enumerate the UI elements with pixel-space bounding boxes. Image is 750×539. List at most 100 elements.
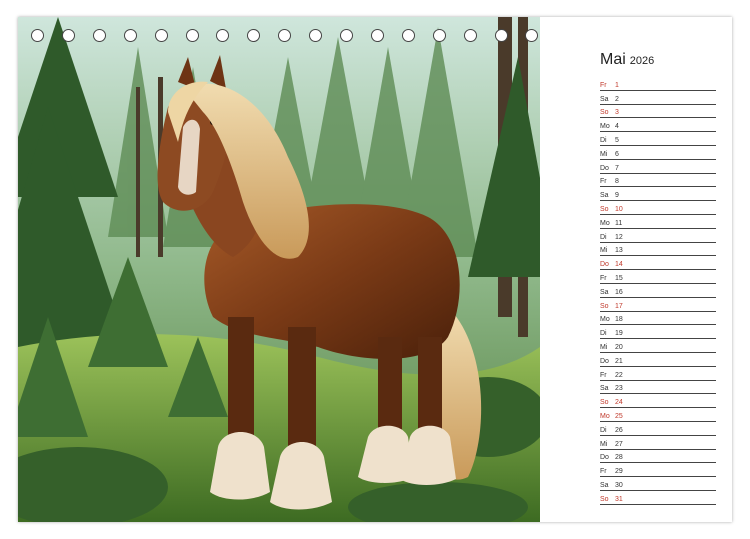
day-row: Do 28 xyxy=(600,450,716,464)
day-number: 17 xyxy=(615,302,623,310)
day-row: Sa 23 xyxy=(600,381,716,395)
binding-ring xyxy=(309,29,323,42)
day-row: Di 19 xyxy=(600,325,716,340)
day-row: Mi 20 xyxy=(600,339,716,353)
day-number: 21 xyxy=(615,357,623,365)
day-number: 5 xyxy=(615,136,619,144)
binding-ring xyxy=(216,29,230,42)
day-row: Fr 1 xyxy=(600,77,716,91)
binding-ring xyxy=(401,29,415,42)
binding-ring xyxy=(432,29,446,42)
binding-ring xyxy=(247,29,261,42)
day-row: Do 21 xyxy=(600,353,716,367)
weekday-label: Sa xyxy=(600,481,609,489)
day-number: 10 xyxy=(615,205,623,213)
day-number: 4 xyxy=(615,123,619,131)
day-number: 9 xyxy=(615,192,619,200)
day-row: Sa 16 xyxy=(600,284,716,298)
binding-ring xyxy=(154,29,168,42)
binding-ring xyxy=(525,29,539,42)
month-heading: Mai 2026 xyxy=(600,51,654,69)
day-row: Mi 27 xyxy=(600,436,716,450)
binding-ring xyxy=(370,29,384,42)
day-number: 6 xyxy=(615,150,619,158)
day-row: Di 12 xyxy=(600,229,716,243)
day-row: So 17 xyxy=(600,298,716,312)
binding-ring xyxy=(463,29,477,42)
weekday-label: Fr xyxy=(600,274,607,282)
day-number: 20 xyxy=(615,343,623,351)
day-row: Mo 11 xyxy=(600,215,716,229)
day-row: Fr 29 xyxy=(600,463,716,478)
day-number: 14 xyxy=(615,261,623,269)
month-name: Mai xyxy=(600,51,626,68)
weekday-label: Sa xyxy=(600,95,609,103)
weekday-label: So xyxy=(600,399,609,407)
day-number: 29 xyxy=(615,468,623,476)
day-number: 19 xyxy=(615,330,623,338)
day-number: 26 xyxy=(615,426,623,434)
weekday-label: Mi xyxy=(600,150,608,158)
day-number: 11 xyxy=(615,219,623,227)
day-number: 15 xyxy=(615,274,623,282)
day-number: 28 xyxy=(615,454,623,462)
weekday-label: So xyxy=(600,495,609,503)
day-number: 22 xyxy=(615,371,623,379)
month-year: 2026 xyxy=(629,55,655,67)
day-row: Mi 13 xyxy=(600,243,716,257)
weekday-label: So xyxy=(600,205,609,213)
day-row: Di 26 xyxy=(600,422,716,436)
calendar-page: Mai 2026 Fr 1 Sa 2 So 3 Mo 4 Di 5 Mi 6 Do 7 Fr 8 Sa 9 So 10 M… xyxy=(18,17,732,522)
binding-ring xyxy=(92,29,106,42)
day-row: Do 7 xyxy=(600,160,716,174)
day-number: 3 xyxy=(615,109,619,117)
weekday-label: Mo xyxy=(600,219,610,227)
day-number: 30 xyxy=(615,481,623,489)
weekday-label: Mi xyxy=(600,343,608,351)
day-number: 23 xyxy=(615,385,623,393)
weekday-label: Mo xyxy=(600,123,610,131)
calendar-panel: Mai 2026 Fr 1 Sa 2 So 3 Mo 4 Di 5 Mi 6 Do 7 Fr 8 Sa 9 So 10 M… xyxy=(540,17,732,522)
weekday-label: Do xyxy=(600,357,609,365)
weekday-label: Do xyxy=(600,164,609,172)
weekday-label: Di xyxy=(600,233,607,241)
weekday-label: So xyxy=(600,302,609,310)
weekday-label: Fr xyxy=(600,81,607,89)
day-row: So 10 xyxy=(600,201,716,215)
binding-ring xyxy=(340,29,353,42)
weekday-label: Di xyxy=(600,330,607,338)
day-number: 1 xyxy=(615,81,619,89)
day-row: Do 14 xyxy=(600,256,716,271)
binding-ring xyxy=(61,29,75,42)
day-number: 27 xyxy=(615,440,623,448)
weekday-label: Fr xyxy=(600,178,607,186)
binding-ring xyxy=(123,29,137,42)
weekday-label: Mi xyxy=(600,440,608,448)
day-row: Mo 18 xyxy=(600,312,716,326)
day-row: Fr 22 xyxy=(600,367,716,381)
day-row: Fr 8 xyxy=(600,174,716,188)
weekday-label: Fr xyxy=(600,468,607,476)
day-number: 7 xyxy=(615,164,619,172)
weekday-label: Do xyxy=(600,454,609,462)
weekday-label: Sa xyxy=(600,288,609,296)
day-row: Sa 9 xyxy=(600,187,716,202)
binding-ring xyxy=(185,29,199,42)
day-row: Mo 4 xyxy=(600,118,716,133)
day-number: 8 xyxy=(615,178,619,186)
binding-ring xyxy=(494,29,508,42)
weekday-label: Sa xyxy=(600,192,609,200)
day-number: 25 xyxy=(615,412,623,420)
weekday-label: So xyxy=(600,109,609,117)
horse-photo xyxy=(18,17,540,522)
day-number: 18 xyxy=(615,316,623,324)
day-number: 31 xyxy=(615,495,623,503)
weekday-label: Di xyxy=(600,426,607,434)
day-row: Fr 15 xyxy=(600,270,716,284)
weekday-label: Sa xyxy=(600,385,609,393)
binding-ring xyxy=(31,29,44,42)
day-number: 24 xyxy=(615,399,623,407)
day-row: Mi 6 xyxy=(600,146,716,160)
day-row: Sa 30 xyxy=(600,477,716,491)
day-number: 2 xyxy=(615,95,619,103)
